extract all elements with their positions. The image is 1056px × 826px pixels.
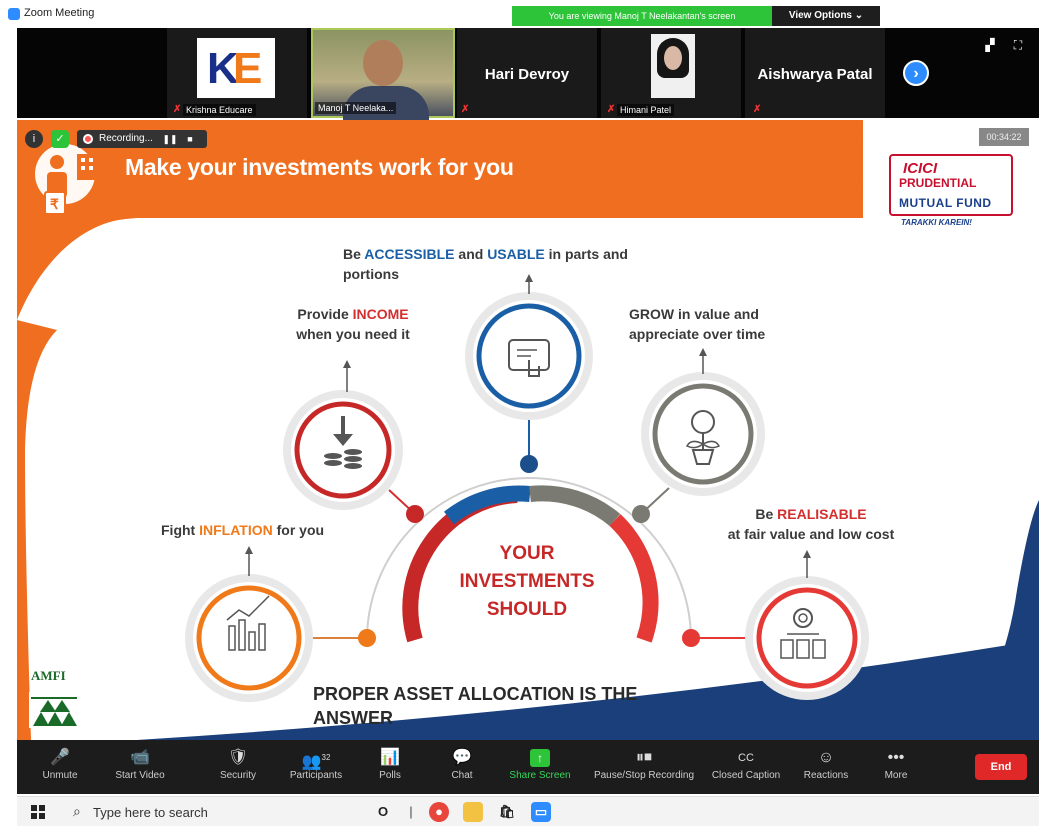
inflation-circle (185, 574, 313, 702)
viewing-banner: You are viewing Manoj T Neelakantan's sc… (512, 6, 772, 26)
start-video-button[interactable]: 📹 Start Video (103, 746, 177, 781)
slide-background: ₹ (17, 120, 1039, 740)
shared-screen-slide: ₹ i ✓ Recording... ❚❚ ■ 00:34:22 Make yo… (17, 120, 1039, 740)
search-icon: ⌕ (73, 803, 81, 819)
stop-recording-icon[interactable]: ■ (181, 130, 199, 148)
amfi-wordmark: AMFI (31, 668, 66, 683)
chat-button[interactable]: 💬 Chat (425, 746, 499, 781)
view-options-button[interactable]: View Options ⌄ (772, 6, 880, 26)
icici-tagline: TARAKKI KAREIN! (901, 218, 972, 227)
chat-icon: 💬 (452, 749, 472, 766)
closed-caption-button[interactable]: CC Closed Caption (707, 746, 785, 781)
point-grow: GROW in value and appreciate over time (629, 306, 766, 342)
reactions-button[interactable]: ☺ Reactions (789, 746, 863, 781)
windows-taskbar: ⌕ Type here to search O | ● 🛍 ▭ (17, 796, 1039, 826)
store-icon[interactable]: 🛍 (497, 802, 517, 822)
window-title: Zoom Meeting (24, 7, 95, 19)
more-icon: ••• (887, 749, 905, 766)
meeting-toolbar: 🎤 Unmute 📹 Start Video 🛡 Security 👥32 Pa… (17, 740, 1039, 794)
mic-muted-icon: 🎤 (50, 749, 70, 766)
muted-icon: ✗ (753, 104, 762, 115)
participant-tile[interactable]: Aishwarya Patal ✗ (745, 28, 885, 118)
participant-name: Himani Patel (617, 104, 675, 116)
windows-start-icon[interactable] (31, 805, 45, 819)
krishna-educare-logo: KE (197, 38, 275, 98)
polls-button[interactable]: 📊 Polls (353, 746, 427, 781)
pause-stop-icon: ⏸⏹ (635, 749, 652, 766)
participant-strip: KE ✗ Krishna Educare Manoj T Neelaka... … (17, 28, 1039, 126)
reactions-icon: ☺ (817, 749, 835, 766)
more-button[interactable]: ••• More (859, 746, 933, 781)
muted-icon: ✗ (607, 104, 616, 115)
pause-stop-recording-button[interactable]: ⏸⏹ Pause/Stop Recording (591, 746, 697, 781)
participant-tile-active[interactable]: Manoj T Neelaka... (311, 28, 455, 126)
participant-name: Manoj T Neelaka... (315, 102, 397, 114)
participants-button[interactable]: 👥32 Participants (279, 746, 353, 781)
task-view-icon[interactable]: | (401, 802, 421, 822)
muted-icon: ✗ (173, 104, 182, 115)
shield-icon: 🛡 (227, 749, 249, 766)
center-heading: YOUR INVESTMENTS SHOULD (459, 543, 595, 620)
income-circle (283, 390, 403, 510)
meeting-timer: 00:34:22 (979, 128, 1029, 146)
taskbar-search[interactable]: ⌕ Type here to search (65, 801, 357, 823)
realisable-circle (745, 576, 869, 700)
answer-statement: PROPER ASSET ALLOCATION IS THE ANSWER (313, 684, 638, 728)
recording-dot-icon (83, 134, 93, 144)
point-realisable: Be REALISABLE at fair value and low cost (727, 506, 895, 542)
end-meeting-button[interactable]: End (975, 754, 1027, 780)
share-screen-icon: ↑ (530, 749, 550, 767)
icici-logo: ICICI PRUDENTIAL MUTUAL FUND (889, 154, 1013, 216)
video-off-icon: 📹 (130, 749, 150, 766)
participant-name: Krishna Educare (183, 104, 256, 116)
security-shield-icon[interactable]: ✓ (51, 130, 69, 148)
participant-count: 32 (321, 753, 331, 762)
zoom-app-icon (8, 8, 20, 20)
share-screen-button[interactable]: ↑ Share Screen (503, 746, 577, 781)
next-participants-button[interactable]: › (903, 60, 929, 86)
slide-title: Make your investments work for you (125, 154, 514, 180)
participant-name: Hari Devroy (484, 66, 570, 83)
chrome-icon[interactable]: ● (429, 802, 449, 822)
point-inflation: Fight INFLATION for you (161, 522, 325, 538)
accessible-circle (465, 292, 593, 420)
participant-tile[interactable]: Hari Devroy ✗ (457, 28, 597, 118)
fullscreen-icon[interactable]: ⛶ (1011, 38, 1025, 52)
participant-name: Aishwarya Patal (757, 66, 873, 83)
participants-icon: 👥 (301, 753, 322, 771)
title-bar: Zoom Meeting You are viewing Manoj T Nee… (0, 0, 1056, 28)
gallery-view-icon[interactable]: ▞ (983, 38, 997, 52)
unmute-button[interactable]: 🎤 Unmute (23, 746, 97, 781)
security-button[interactable]: 🛡 Security (201, 746, 275, 781)
participant-tile[interactable]: ✗ Himani Patel (601, 28, 741, 118)
rupee-glyph: ₹ (50, 196, 59, 212)
point-accessible: Be ACCESSIBLE and USABLE in parts and po… (343, 246, 628, 282)
file-explorer-icon[interactable] (463, 802, 483, 822)
participant-tile[interactable]: KE ✗ Krishna Educare (167, 28, 307, 118)
point-income: Provide INCOME when you need it (296, 306, 410, 342)
profile-picture (651, 34, 695, 98)
grow-circle (641, 372, 765, 496)
info-icon[interactable]: i (25, 130, 43, 148)
pause-recording-icon[interactable]: ❚❚ (161, 130, 179, 148)
zoom-taskbar-icon[interactable]: ▭ (531, 802, 551, 822)
polls-icon: 📊 (380, 749, 400, 766)
cc-icon: CC (738, 752, 754, 764)
search-placeholder: Type here to search (93, 805, 208, 820)
muted-icon: ✗ (461, 104, 470, 115)
cortana-icon[interactable]: O (373, 802, 393, 822)
zoom-window: { "window": { "title": "Zoom Meeting" },… (0, 0, 1056, 826)
